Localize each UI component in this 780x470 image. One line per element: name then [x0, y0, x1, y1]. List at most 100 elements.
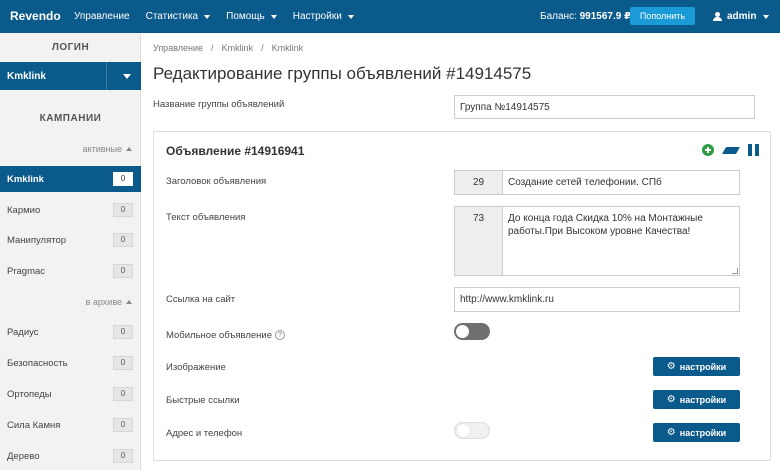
sidebar: ЛОГИН Kmklink КАМПАНИИ активные Kmklink 0…: [0, 33, 141, 470]
breadcrumb-link[interactable]: Управление: [153, 43, 203, 53]
sidebar-item-label: Pragmac: [7, 266, 46, 277]
chevron-up-icon: [126, 147, 132, 151]
ad-title: Объявление #14916941: [166, 144, 305, 158]
sidebar-item-label: Кармио: [7, 205, 41, 216]
ad-card: Объявление #14916941 Заголовок объявлени…: [153, 131, 771, 461]
url-input[interactable]: http://www.kmklink.ru: [454, 287, 740, 312]
ad-text-textarea[interactable]: До конца года Скидка 10% на Монтажные ра…: [502, 206, 740, 276]
sidebar-item-orthopedists[interactable]: Ортопеды 0: [0, 381, 141, 407]
address-toggle[interactable]: [454, 422, 490, 439]
login-heading: ЛОГИН: [51, 42, 90, 53]
archive-group-label: в архиве: [85, 297, 122, 307]
breadcrumb-separator: /: [261, 43, 264, 53]
sidebar-item-label: Радиус: [7, 327, 39, 338]
mobile-ad-toggle[interactable]: [454, 323, 490, 340]
brand-logo[interactable]: Revendo: [10, 9, 61, 23]
chevron-up-icon: [126, 300, 132, 304]
sidebar-item-label: Дерево: [7, 451, 40, 462]
headline-counter: 29: [454, 170, 503, 195]
sidebar-item-label: Kmklink: [7, 174, 44, 185]
eraser-icon[interactable]: [721, 146, 741, 154]
count-badge: 0: [113, 325, 133, 339]
ad-actions: [702, 144, 760, 156]
gear-icon: ⚙: [666, 393, 676, 405]
gear-icon: ⚙: [666, 360, 676, 372]
nav-label: Статистика: [145, 11, 199, 22]
image-label: Изображение: [166, 362, 226, 373]
ad-text-value: До конца года Скидка 10% на Монтажные ра…: [508, 213, 703, 237]
group-name-label: Название группы объявлений: [153, 99, 285, 110]
sidebar-item-label: Ортопеды: [7, 389, 52, 400]
sidebar-item-kmklink[interactable]: Kmklink 0: [0, 166, 141, 192]
ad-text-label: Текст объявления: [166, 212, 246, 223]
sidebar-item-wood[interactable]: Дерево 0: [0, 443, 141, 469]
user-icon: [713, 12, 722, 21]
page-title: Редактирование группы объявлений #149145…: [153, 64, 532, 83]
button-label: настройки: [679, 361, 727, 372]
headline-input[interactable]: Создание сетей телефонии. СПб: [502, 170, 740, 195]
help-icon[interactable]: ?: [274, 330, 285, 341]
nav-settings[interactable]: Настройки: [293, 11, 354, 22]
button-label: настройки: [679, 427, 727, 438]
image-settings-button[interactable]: ⚙ настройки: [653, 357, 740, 376]
top-navbar: Revendo Управление Статистика Помощь Нас…: [0, 0, 780, 33]
address-label: Адрес и телефон: [166, 428, 243, 439]
nav-label: Настройки: [292, 11, 342, 22]
user-menu[interactable]: admin: [713, 11, 770, 22]
quicklinks-settings-button[interactable]: ⚙ настройки: [653, 390, 740, 409]
breadcrumb: Управление / Kmklink / Kmklink: [153, 43, 303, 53]
archive-group-toggle[interactable]: в архиве: [86, 297, 132, 307]
count-badge: 0: [113, 172, 133, 186]
count-badge: 0: [113, 264, 133, 278]
nav-statistics[interactable]: Статистика: [146, 11, 211, 22]
button-label: настройки: [679, 394, 727, 405]
sidebar-item-stone-power[interactable]: Сила Камня 0: [0, 412, 141, 438]
group-name-input[interactable]: Группа №14914575: [454, 95, 755, 119]
count-badge: 0: [113, 387, 133, 401]
sidebar-item-pragmac[interactable]: Pragmac 0: [0, 258, 141, 284]
chevron-down-icon: [347, 14, 354, 19]
quicklinks-label: Быстрые ссылки: [166, 395, 240, 406]
address-settings-button[interactable]: ⚙ настройки: [653, 423, 740, 442]
chevron-down-icon: [763, 14, 770, 19]
active-group-toggle[interactable]: активные: [83, 144, 132, 154]
count-badge: 0: [113, 449, 133, 463]
main-content: Управление / Kmklink / Kmklink Редактиро…: [141, 33, 780, 470]
topup-button[interactable]: Пополнить: [630, 7, 695, 25]
sidebar-item-manipulator[interactable]: Манипулятор 0: [0, 227, 141, 253]
nav-label: Управление: [74, 11, 130, 22]
breadcrumb-current: Kmklink: [271, 43, 304, 53]
count-badge: 0: [113, 203, 133, 217]
mobile-ad-label: Мобильное объявление?: [166, 330, 285, 341]
count-badge: 0: [113, 356, 133, 370]
ad-text-counter: 73: [454, 206, 503, 276]
nav-help[interactable]: Помощь: [226, 11, 277, 22]
headline-label: Заголовок объявления: [166, 176, 267, 187]
mobile-ad-label-text: Мобильное объявление: [166, 330, 272, 341]
pause-icon[interactable]: [748, 144, 760, 156]
breadcrumb-link[interactable]: Kmklink: [222, 43, 254, 53]
gear-icon: ⚙: [666, 426, 676, 438]
sidebar-item-karmio[interactable]: Кармио 0: [0, 197, 141, 223]
resize-handle-icon[interactable]: [732, 268, 738, 274]
chevron-down-icon: [270, 14, 277, 19]
sidebar-item-radius[interactable]: Радиус 0: [0, 319, 141, 345]
main-nav: Управление Статистика Помощь Настройки: [74, 11, 354, 22]
breadcrumb-separator: /: [211, 43, 214, 53]
balance: Баланс: 991567.9 ₽: [540, 11, 631, 22]
sidebar-item-label: Сила Камня: [7, 420, 61, 431]
add-icon[interactable]: [702, 144, 714, 156]
sidebar-item-label: Безопасность: [7, 358, 68, 369]
login-select[interactable]: Kmklink: [0, 62, 141, 90]
nav-management[interactable]: Управление: [74, 11, 130, 22]
count-badge: 0: [113, 233, 133, 247]
sidebar-item-security[interactable]: Безопасность 0: [0, 350, 141, 376]
campaigns-heading: КАМПАНИИ: [39, 113, 102, 124]
login-value: Kmklink: [7, 71, 46, 82]
chevron-down-icon: [204, 14, 211, 19]
count-badge: 0: [113, 418, 133, 432]
nav-label: Помощь: [226, 11, 265, 22]
login-dropdown-toggle[interactable]: [106, 62, 141, 90]
url-label: Ссылка на сайт: [166, 294, 236, 305]
balance-value: 991567.9 ₽: [579, 11, 632, 22]
